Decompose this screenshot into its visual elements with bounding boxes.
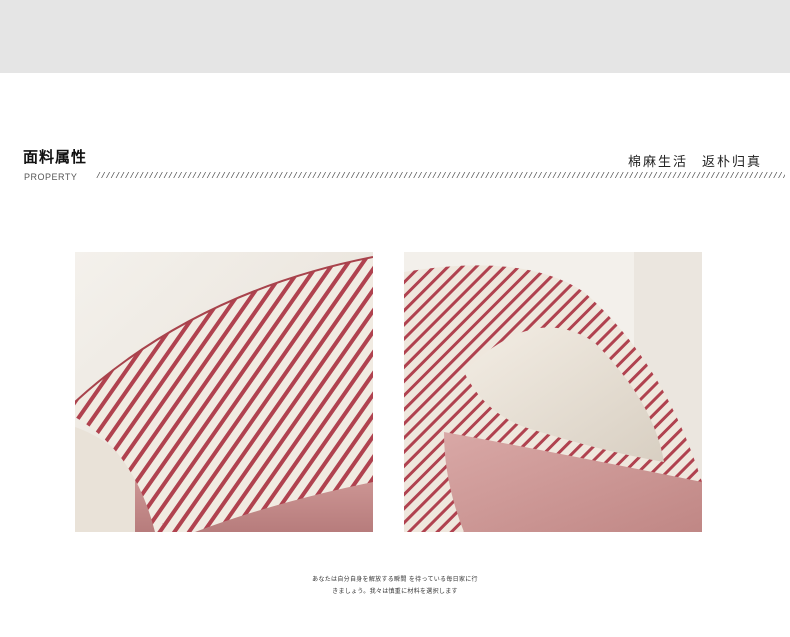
top-gray-band (0, 0, 790, 73)
slipper-toe-lining-closeup-image (404, 252, 702, 532)
fabric-photo-left (75, 252, 373, 532)
section-subtitle: PROPERTY (24, 172, 78, 182)
slogan-part-1: 棉麻生活 (627, 155, 688, 170)
section-title: 面料属性 (23, 148, 88, 166)
caption-line-2: きましょう。我々は慎重に材料を選択します (332, 588, 458, 595)
decorative-slash-divider: ////////////////////////////////////////… (96, 172, 785, 181)
slogan: 棉麻生活 返朴归真 (628, 151, 762, 170)
caption-line-1: あなたは自分自身を解放する瞬間 を待っている毎日家に行 (312, 576, 478, 583)
fabric-photo-right (404, 252, 702, 532)
slogan-part-2: 返朴归真 (701, 155, 762, 170)
striped-fabric-slipper-closeup-image (75, 252, 373, 532)
